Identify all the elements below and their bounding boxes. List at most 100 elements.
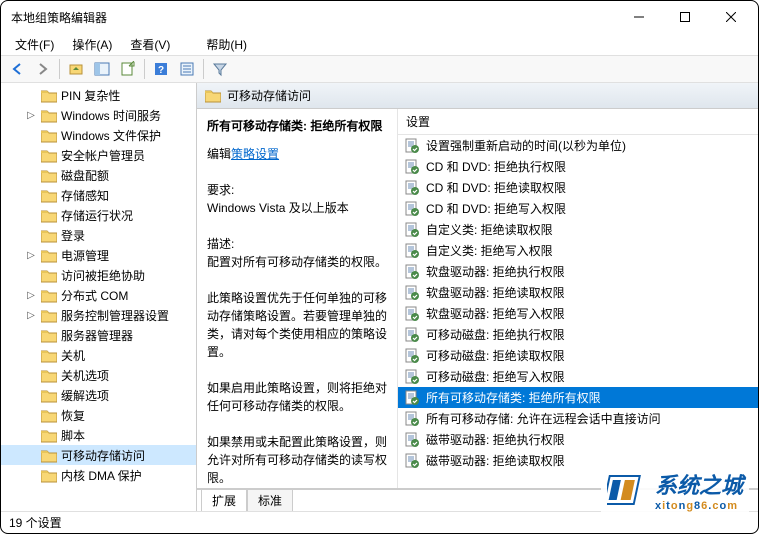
list-item[interactable]: CD 和 DVD: 拒绝读取权限 — [398, 177, 758, 198]
list-item[interactable]: 软盘驱动器: 拒绝执行权限 — [398, 261, 758, 282]
list-item[interactable]: 自定义类: 拒绝读取权限 — [398, 219, 758, 240]
list-item-label: 可移动磁盘: 拒绝读取权限 — [426, 347, 565, 364]
expander-icon[interactable]: ▷ — [25, 110, 37, 121]
expander-icon[interactable]: ▷ — [25, 290, 37, 301]
tab[interactable]: 扩展 — [201, 490, 247, 512]
navigation-tree[interactable]: PIN 复杂性▷Windows 时间服务Windows 文件保护安全帐户管理员磁… — [1, 83, 197, 511]
list-item-label: 软盘驱动器: 拒绝写入权限 — [426, 305, 565, 322]
tree-item-label: 关机 — [61, 347, 85, 364]
edit-policy-link[interactable]: 策略设置 — [231, 147, 279, 161]
help-button[interactable]: ? — [149, 57, 173, 81]
tree-item-label: 电源管理 — [61, 247, 109, 264]
toolbar: ? — [1, 55, 758, 83]
expander-icon[interactable]: ▷ — [25, 250, 37, 261]
tab[interactable]: 标准 — [247, 490, 293, 512]
tree-item[interactable]: Windows 文件保护 — [1, 125, 197, 145]
tree-item[interactable]: 安全帐户管理员 — [1, 145, 197, 165]
tree-item[interactable]: 访问被拒绝协助 — [1, 265, 197, 285]
folder-icon — [41, 349, 57, 362]
tree-item[interactable]: 存储感知 — [1, 185, 197, 205]
tree-item-label: 缓解选项 — [61, 387, 109, 404]
list-item[interactable]: 软盘驱动器: 拒绝读取权限 — [398, 282, 758, 303]
settings-list[interactable]: 设置 设置强制重新启动的时间(以秒为单位)CD 和 DVD: 拒绝执行权限CD … — [397, 109, 758, 488]
list-item[interactable]: 软盘驱动器: 拒绝写入权限 — [398, 303, 758, 324]
tree-item[interactable]: ▷ 分布式 COM — [1, 285, 197, 305]
policy-icon — [404, 201, 420, 217]
toolbar-separator — [144, 59, 145, 79]
policy-icon — [404, 285, 420, 301]
tree-item[interactable]: 恢复 — [1, 405, 197, 425]
tree-item[interactable]: 关机 — [1, 345, 197, 365]
export-button[interactable] — [116, 57, 140, 81]
tree-item[interactable]: 服务器管理器 — [1, 325, 197, 345]
list-item[interactable]: CD 和 DVD: 拒绝执行权限 — [398, 156, 758, 177]
folder-icon — [41, 89, 57, 102]
menu-item[interactable]: 查看(V) — [122, 34, 178, 55]
tree-item[interactable]: ▷ 电源管理 — [1, 245, 197, 265]
policy-icon — [404, 264, 420, 280]
list-item-label: 所有可移动存储: 允许在远程会话中直接访问 — [426, 410, 661, 427]
tree-item[interactable]: 存储运行状况 — [1, 205, 197, 225]
folder-icon — [41, 189, 57, 202]
tree-item-label: 访问被拒绝协助 — [61, 267, 145, 284]
tree-item-label: 服务器管理器 — [61, 327, 133, 344]
menu-item[interactable]: 文件(F) — [7, 34, 62, 55]
tree-item[interactable]: 可移动存储访问 — [1, 445, 197, 465]
folder-icon — [41, 309, 57, 322]
forward-button[interactable] — [31, 57, 55, 81]
list-item[interactable]: 自定义类: 拒绝写入权限 — [398, 240, 758, 261]
tree-item[interactable]: ▷ 服务控制管理器设置 — [1, 305, 197, 325]
list-column-header[interactable]: 设置 — [398, 109, 758, 135]
tree-item[interactable]: 磁盘配额 — [1, 165, 197, 185]
list-item-label: 自定义类: 拒绝写入权限 — [426, 242, 553, 259]
list-item-label: 磁带驱动器: 拒绝执行权限 — [426, 431, 565, 448]
policy-icon — [404, 453, 420, 469]
close-button[interactable] — [708, 2, 754, 32]
tree-item[interactable]: 内核 DMA 保护 — [1, 465, 197, 485]
svg-text:?: ? — [158, 65, 164, 76]
show-hide-tree-button[interactable] — [90, 57, 114, 81]
filter-button[interactable] — [208, 57, 232, 81]
list-item[interactable]: 可移动磁盘: 拒绝执行权限 — [398, 324, 758, 345]
tree-item-label: 服务控制管理器设置 — [61, 307, 169, 324]
list-item-label: 可移动磁盘: 拒绝执行权限 — [426, 326, 565, 343]
tree-item[interactable]: 脚本 — [1, 425, 197, 445]
tree-item-label: 存储感知 — [61, 187, 109, 204]
window-controls — [616, 2, 754, 32]
tree-item[interactable]: ▷Windows 时间服务 — [1, 105, 197, 125]
menu-item[interactable]: 操作(A) — [64, 34, 120, 55]
list-item[interactable]: 磁带驱动器: 拒绝执行权限 — [398, 429, 758, 450]
minimize-button[interactable] — [616, 2, 662, 32]
policy-icon — [404, 348, 420, 364]
menubar: 文件(F)操作(A)查看(V) 帮助(H) — [1, 33, 758, 55]
list-item-label: 所有可移动存储类: 拒绝所有权限 — [426, 389, 601, 406]
tree-item[interactable]: 缓解选项 — [1, 385, 197, 405]
maximize-button[interactable] — [662, 2, 708, 32]
menu-item[interactable]: 帮助(H) — [198, 34, 255, 55]
list-item[interactable]: 所有可移动存储: 允许在远程会话中直接访问 — [398, 408, 758, 429]
expander-icon[interactable]: ▷ — [25, 310, 37, 321]
up-button[interactable] — [64, 57, 88, 81]
tree-item[interactable]: PIN 复杂性 — [1, 85, 197, 105]
requirements-label: 要求: — [207, 181, 387, 199]
list-item-label: 软盘驱动器: 拒绝执行权限 — [426, 263, 565, 280]
folder-icon — [41, 429, 57, 442]
tree-item[interactable]: 关机选项 — [1, 365, 197, 385]
folder-icon — [41, 229, 57, 242]
properties-button[interactable] — [175, 57, 199, 81]
back-button[interactable] — [5, 57, 29, 81]
folder-icon — [205, 89, 221, 102]
policy-detail: 所有可移动存储类: 拒绝所有权限 编辑策略设置 要求: Windows Vist… — [197, 109, 397, 488]
right-pane: 可移动存储访问 所有可移动存储类: 拒绝所有权限 编辑策略设置 要求: Wind… — [197, 83, 758, 511]
watermark-logo-icon — [607, 470, 647, 510]
list-item[interactable]: 所有可移动存储类: 拒绝所有权限 — [398, 387, 758, 408]
list-item[interactable]: 可移动磁盘: 拒绝写入权限 — [398, 366, 758, 387]
watermark-text-en: xitong86.com — [655, 500, 743, 512]
tree-item-label: 分布式 COM — [61, 287, 128, 304]
tree-item[interactable]: 登录 — [1, 225, 197, 245]
list-item[interactable]: 设置强制重新启动的时间(以秒为单位) — [398, 135, 758, 156]
list-item[interactable]: CD 和 DVD: 拒绝写入权限 — [398, 198, 758, 219]
list-item[interactable]: 可移动磁盘: 拒绝读取权限 — [398, 345, 758, 366]
description-label: 描述: — [207, 235, 387, 253]
watermark: 系统之城 xitong86.com — [601, 464, 749, 516]
